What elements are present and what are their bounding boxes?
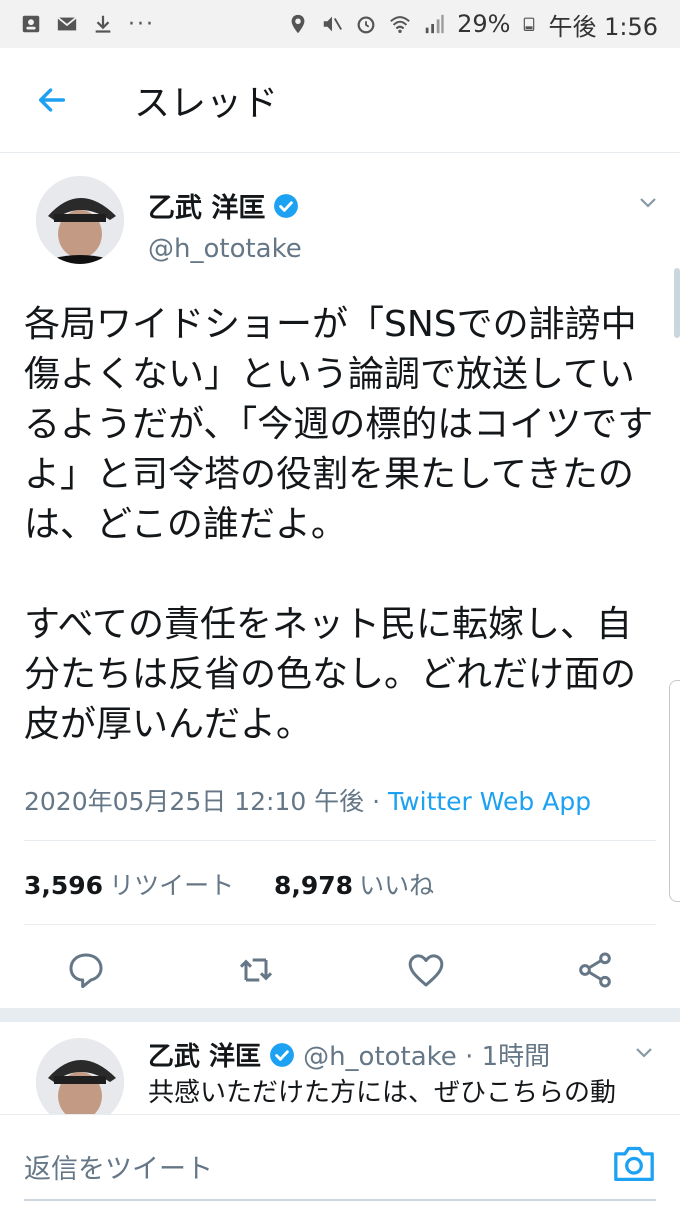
back-button[interactable]: [32, 80, 72, 120]
like-icon[interactable]: [406, 950, 446, 990]
reply-tweet[interactable]: 乙武 洋匡 @h_ototake · 1時間 共感いただけた方には、ぜひこちらの…: [0, 1022, 680, 1114]
camera-icon[interactable]: [612, 1143, 656, 1183]
reply-handle-time: @h_ototake · 1時間: [303, 1042, 551, 1072]
more-icon: ···: [128, 11, 155, 37]
input-underline: [24, 1199, 656, 1201]
status-time: 午後 1:56: [548, 12, 658, 41]
reply-composer[interactable]: 返信をツイート: [0, 1114, 680, 1210]
tweet-meta: 2020年05月25日 12:10 午後 · Twitter Web App: [24, 782, 591, 818]
tweet-timestamp: 2020年05月25日 12:10 午後: [24, 787, 365, 816]
divider: [24, 924, 656, 925]
reply-icon[interactable]: [66, 950, 106, 990]
reply-header: 乙武 洋匡 @h_ototake · 1時間: [148, 1036, 550, 1073]
reply-text: 共感いただけた方には、ぜひこちらの動: [148, 1078, 617, 1108]
author-name-row[interactable]: 乙武 洋匡: [148, 186, 299, 225]
location-icon: [291, 14, 305, 34]
scrollbar[interactable]: [674, 268, 680, 338]
retweet-label[interactable]: リツイート: [109, 871, 234, 900]
meta-separator: ·: [372, 787, 381, 816]
verified-badge-icon: [270, 1042, 294, 1067]
like-count[interactable]: 8,978: [274, 871, 353, 900]
chevron-down-icon[interactable]: [636, 190, 660, 214]
wifi-icon: [390, 16, 410, 33]
author-avatar[interactable]: [36, 176, 124, 264]
battery-percent: 29%: [457, 10, 511, 38]
author-name: 乙武 洋匡: [148, 193, 266, 224]
tweet-text: 各局ワイドショーが「SNSでの誹謗中傷よくない」という論調で放送しているようだが…: [24, 304, 654, 745]
tweet-stats: 3,596 リツイート 8,978 いいね: [24, 866, 434, 902]
mute-icon: [323, 16, 343, 32]
retweet-count[interactable]: 3,596: [24, 871, 103, 900]
contacts-icon: [22, 15, 40, 33]
top-bar: スレッド: [0, 48, 680, 153]
reply-avatar[interactable]: [36, 1038, 124, 1114]
download-icon: [95, 15, 111, 33]
battery-icon: [524, 17, 535, 31]
back-arrow-icon: [38, 88, 66, 112]
edge-panel-handle[interactable]: [669, 680, 680, 902]
share-icon[interactable]: [575, 950, 615, 990]
tweet-source-link[interactable]: Twitter Web App: [388, 787, 591, 816]
signal-icon: [425, 14, 444, 34]
avatar-photo: [36, 1038, 124, 1114]
status-bar: ··· 29% 午後 1:56: [0, 0, 680, 48]
avatar-photo: [36, 176, 124, 264]
like-label[interactable]: いいね: [359, 871, 434, 900]
verified-badge-icon: [274, 193, 299, 218]
author-handle: @h_ototake: [148, 234, 302, 264]
reply-author-name: 乙武 洋匡: [148, 1042, 262, 1072]
alarm-icon: [357, 16, 375, 34]
reply-input[interactable]: 返信をツイート: [24, 1147, 213, 1186]
section-separator: [0, 1008, 680, 1022]
page-title: スレッド: [134, 83, 279, 124]
chevron-down-icon[interactable]: [632, 1040, 656, 1064]
divider: [24, 840, 656, 841]
mail-icon: [57, 16, 77, 31]
retweet-icon[interactable]: [236, 950, 276, 990]
tweet-actions: [0, 948, 680, 994]
